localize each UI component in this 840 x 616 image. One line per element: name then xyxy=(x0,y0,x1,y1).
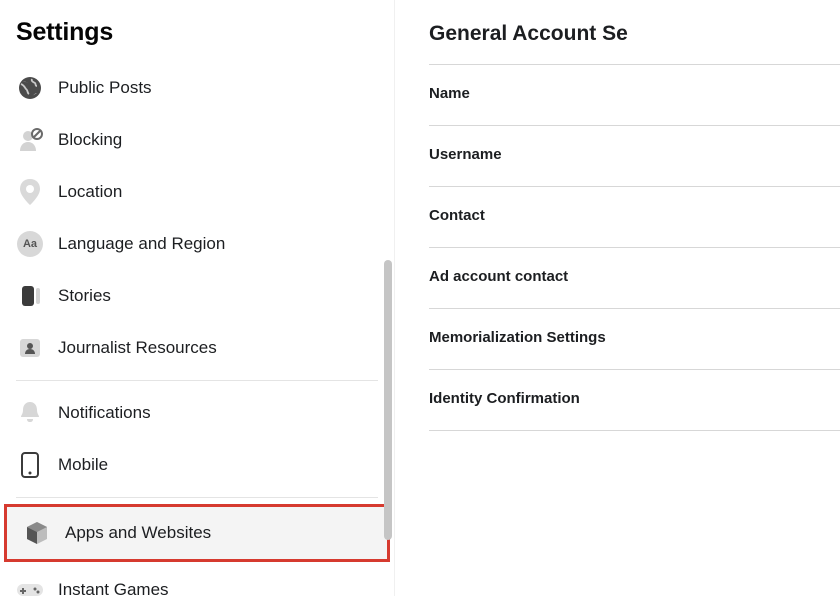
stories-icon xyxy=(16,282,44,310)
sidebar-item-label: Apps and Websites xyxy=(65,523,211,543)
sidebar-item-label: Mobile xyxy=(58,455,108,475)
location-icon xyxy=(16,178,44,206)
setting-row-username[interactable]: Username xyxy=(429,125,840,186)
language-icon: Aa xyxy=(16,230,44,258)
sidebar-item-blocking[interactable]: Blocking xyxy=(0,114,394,166)
sidebar-item-label: Instant Games xyxy=(58,580,169,600)
main-title: General Account Se xyxy=(429,22,840,64)
sidebar-item-journalist-resources[interactable]: Journalist Resources xyxy=(0,322,394,374)
globe-icon xyxy=(16,74,44,102)
phone-icon xyxy=(16,451,44,479)
sidebar-item-profile-tagging[interactable]: Profile and Tagging xyxy=(0,51,394,62)
sidebar-item-instant-games[interactable]: Instant Games xyxy=(0,564,394,616)
sidebar-title: Settings xyxy=(0,8,394,51)
row-label: Name xyxy=(429,85,470,102)
sidebar-clipped-top: Profile and Tagging xyxy=(0,51,394,62)
bell-icon xyxy=(16,399,44,427)
sidebar-item-label: Blocking xyxy=(58,130,122,150)
setting-row-contact[interactable]: Contact xyxy=(429,186,840,247)
setting-row-ad-contact[interactable]: Ad account contact xyxy=(429,247,840,308)
settings-sidebar: Settings Profile and Tagging Public Post… xyxy=(0,0,395,596)
sidebar-item-label: Language and Region xyxy=(58,234,225,254)
sidebar-scrollbar[interactable] xyxy=(384,260,392,540)
sidebar-divider xyxy=(16,497,378,498)
setting-row-memorialization[interactable]: Memorialization Settings xyxy=(429,308,840,369)
setting-row-name[interactable]: Name xyxy=(429,64,840,125)
sidebar-item-label: Journalist Resources xyxy=(58,338,217,358)
journalist-icon xyxy=(16,334,44,362)
sidebar-item-location[interactable]: Location xyxy=(0,166,394,218)
sidebar-item-notifications[interactable]: Notifications xyxy=(0,387,394,439)
sidebar-divider xyxy=(16,380,378,381)
row-label: Memorialization Settings xyxy=(429,329,606,346)
main-content: General Account Se Name Username Contact… xyxy=(395,0,840,596)
sidebar-item-label: Location xyxy=(58,182,122,202)
sidebar-item-label: Public Posts xyxy=(58,78,152,98)
setting-row-identity[interactable]: Identity Confirmation xyxy=(429,369,840,431)
sidebar-item-label: Stories xyxy=(58,286,111,306)
sidebar-item-language-region[interactable]: Aa Language and Region xyxy=(0,218,394,270)
cube-icon xyxy=(23,519,51,547)
gamepad-icon xyxy=(16,576,44,604)
row-label: Ad account contact xyxy=(429,268,568,285)
sidebar-item-mobile[interactable]: Mobile xyxy=(0,439,394,491)
row-label: Username xyxy=(429,146,502,163)
sidebar-item-apps-websites[interactable]: Apps and Websites xyxy=(4,504,390,562)
sidebar-item-label: Notifications xyxy=(58,403,151,423)
blocking-icon xyxy=(16,126,44,154)
sidebar-item-stories[interactable]: Stories xyxy=(0,270,394,322)
row-label: Identity Confirmation xyxy=(429,390,580,407)
sidebar-item-public-posts[interactable]: Public Posts xyxy=(0,62,394,114)
row-label: Contact xyxy=(429,207,485,224)
